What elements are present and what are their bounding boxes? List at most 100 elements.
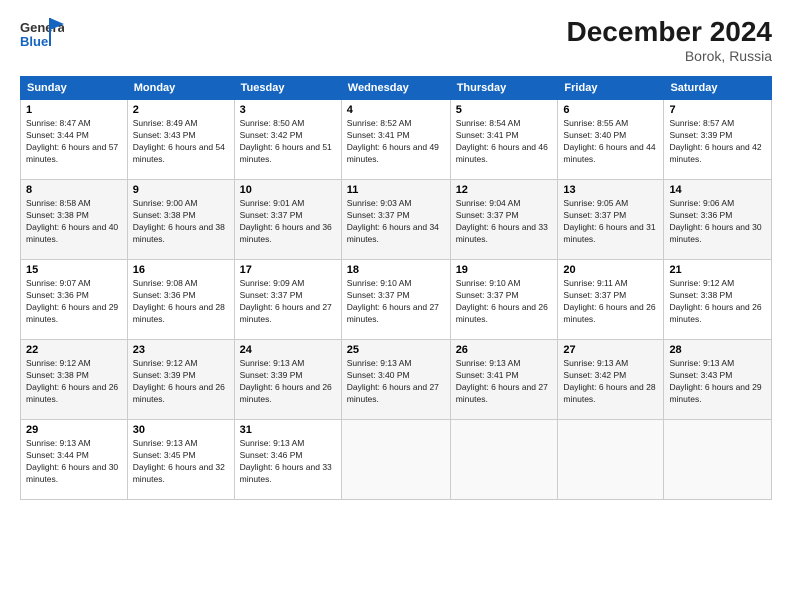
table-row: 31 Sunrise: 9:13 AMSunset: 3:46 PMDayligh… (234, 420, 341, 500)
month-title: December 2024 (567, 16, 772, 48)
table-row: 9 Sunrise: 9:00 AMSunset: 3:38 PMDaylight… (127, 180, 234, 260)
calendar-week-row: 1 Sunrise: 8:47 AMSunset: 3:44 PMDaylight… (21, 100, 772, 180)
day-info: Sunrise: 9:00 AMSunset: 3:38 PMDaylight:… (133, 198, 229, 246)
day-info: Sunrise: 8:52 AMSunset: 3:41 PMDaylight:… (347, 118, 445, 166)
day-info: Sunrise: 9:07 AMSunset: 3:36 PMDaylight:… (26, 278, 122, 326)
day-info: Sunrise: 8:55 AMSunset: 3:40 PMDaylight:… (563, 118, 658, 166)
day-info: Sunrise: 8:54 AMSunset: 3:41 PMDaylight:… (456, 118, 553, 166)
table-row: 18Sunrise: 9:10 AMSunset: 3:37 PMDayligh… (341, 260, 450, 340)
day-info: Sunrise: 9:13 AMSunset: 3:44 PMDaylight:… (26, 438, 122, 486)
day-number: 16 (133, 264, 229, 276)
day-number: 13 (563, 184, 658, 196)
table-row (450, 420, 558, 500)
day-info: Sunrise: 9:12 AMSunset: 3:38 PMDaylight:… (669, 278, 766, 326)
table-row: 4 Sunrise: 8:52 AMSunset: 3:41 PMDaylight… (341, 100, 450, 180)
day-info: Sunrise: 9:13 AMSunset: 3:42 PMDaylight:… (563, 358, 658, 406)
day-info: Sunrise: 9:13 AMSunset: 3:46 PMDaylight:… (240, 438, 336, 486)
day-number: 21 (669, 264, 766, 276)
table-row: 27 Sunrise: 9:13 AMSunset: 3:42 PMDayligh… (558, 340, 664, 420)
day-info: Sunrise: 9:03 AMSunset: 3:37 PMDaylight:… (347, 198, 445, 246)
day-number: 20 (563, 264, 658, 276)
day-number: 6 (563, 104, 658, 116)
day-info: Sunrise: 8:47 AMSunset: 3:44 PMDaylight:… (26, 118, 122, 166)
svg-text:Blue: Blue (20, 34, 48, 49)
day-info: Sunrise: 9:13 AMSunset: 3:41 PMDaylight:… (456, 358, 553, 406)
table-row: 7 Sunrise: 8:57 AMSunset: 3:39 PMDaylight… (664, 100, 772, 180)
col-saturday: Saturday (664, 77, 772, 100)
day-number: 25 (347, 344, 445, 356)
day-number: 8 (26, 184, 122, 196)
day-info: Sunrise: 9:11 AMSunset: 3:37 PMDaylight:… (563, 278, 658, 326)
day-number: 22 (26, 344, 122, 356)
table-row: 26 Sunrise: 9:13 AMSunset: 3:41 PMDayligh… (450, 340, 558, 420)
table-row: 28Sunrise: 9:13 AMSunset: 3:43 PMDayligh… (664, 340, 772, 420)
location: Borok, Russia (567, 48, 772, 64)
table-row (664, 420, 772, 500)
title-block: December 2024 Borok, Russia (567, 16, 772, 64)
table-row: 30Sunrise: 9:13 AMSunset: 3:45 PMDayligh… (127, 420, 234, 500)
table-row: 21 Sunrise: 9:12 AMSunset: 3:38 PMDayligh… (664, 260, 772, 340)
day-info: Sunrise: 8:58 AMSunset: 3:38 PMDaylight:… (26, 198, 122, 246)
day-number: 23 (133, 344, 229, 356)
table-row: 8 Sunrise: 8:58 AMSunset: 3:38 PMDaylight… (21, 180, 128, 260)
day-info: Sunrise: 9:01 AMSunset: 3:37 PMDaylight:… (240, 198, 336, 246)
day-info: Sunrise: 9:08 AMSunset: 3:36 PMDaylight:… (133, 278, 229, 326)
logo: General Blue (20, 16, 64, 52)
day-info: Sunrise: 9:06 AMSunset: 3:36 PMDaylight:… (669, 198, 766, 246)
table-row: 13 Sunrise: 9:05 AMSunset: 3:37 PMDayligh… (558, 180, 664, 260)
day-number: 9 (133, 184, 229, 196)
col-wednesday: Wednesday (341, 77, 450, 100)
table-row: 10 Sunrise: 9:01 AMSunset: 3:37 PMDayligh… (234, 180, 341, 260)
calendar-week-row: 8 Sunrise: 8:58 AMSunset: 3:38 PMDaylight… (21, 180, 772, 260)
table-row: 1 Sunrise: 8:47 AMSunset: 3:44 PMDaylight… (21, 100, 128, 180)
col-tuesday: Tuesday (234, 77, 341, 100)
calendar-table: Sunday Monday Tuesday Wednesday Thursday… (20, 76, 772, 500)
table-row (341, 420, 450, 500)
day-info: Sunrise: 9:05 AMSunset: 3:37 PMDaylight:… (563, 198, 658, 246)
day-info: Sunrise: 8:49 AMSunset: 3:43 PMDaylight:… (133, 118, 229, 166)
day-number: 15 (26, 264, 122, 276)
calendar-week-row: 22Sunrise: 9:12 AMSunset: 3:38 PMDayligh… (21, 340, 772, 420)
day-number: 5 (456, 104, 553, 116)
table-row: 22Sunrise: 9:12 AMSunset: 3:38 PMDayligh… (21, 340, 128, 420)
header: General Blue December 2024 Borok, Russia (20, 16, 772, 64)
day-number: 12 (456, 184, 553, 196)
calendar-header-row: Sunday Monday Tuesday Wednesday Thursday… (21, 77, 772, 100)
page: General Blue December 2024 Borok, Russia… (0, 0, 792, 612)
day-number: 10 (240, 184, 336, 196)
table-row: 23Sunrise: 9:12 AMSunset: 3:39 PMDayligh… (127, 340, 234, 420)
day-info: Sunrise: 9:09 AMSunset: 3:37 PMDaylight:… (240, 278, 336, 326)
day-number: 4 (347, 104, 445, 116)
table-row: 3Sunrise: 8:50 AMSunset: 3:42 PMDaylight… (234, 100, 341, 180)
day-number: 18 (347, 264, 445, 276)
day-number: 7 (669, 104, 766, 116)
day-info: Sunrise: 9:13 AMSunset: 3:39 PMDaylight:… (240, 358, 336, 406)
day-info: Sunrise: 9:04 AMSunset: 3:37 PMDaylight:… (456, 198, 553, 246)
day-number: 11 (347, 184, 445, 196)
day-number: 3 (240, 104, 336, 116)
day-info: Sunrise: 8:57 AMSunset: 3:39 PMDaylight:… (669, 118, 766, 166)
table-row: 29 Sunrise: 9:13 AMSunset: 3:44 PMDayligh… (21, 420, 128, 500)
col-thursday: Thursday (450, 77, 558, 100)
table-row: 25 Sunrise: 9:13 AMSunset: 3:40 PMDayligh… (341, 340, 450, 420)
col-monday: Monday (127, 77, 234, 100)
day-number: 1 (26, 104, 122, 116)
day-info: Sunrise: 9:13 AMSunset: 3:40 PMDaylight:… (347, 358, 445, 406)
col-sunday: Sunday (21, 77, 128, 100)
day-number: 19 (456, 264, 553, 276)
day-number: 31 (240, 424, 336, 436)
day-number: 17 (240, 264, 336, 276)
table-row: 11 Sunrise: 9:03 AMSunset: 3:37 PMDayligh… (341, 180, 450, 260)
table-row: 19Sunrise: 9:10 AMSunset: 3:37 PMDayligh… (450, 260, 558, 340)
table-row: 6 Sunrise: 8:55 AMSunset: 3:40 PMDaylight… (558, 100, 664, 180)
day-number: 29 (26, 424, 122, 436)
day-number: 27 (563, 344, 658, 356)
day-number: 24 (240, 344, 336, 356)
calendar-week-row: 29 Sunrise: 9:13 AMSunset: 3:44 PMDayligh… (21, 420, 772, 500)
table-row: 12 Sunrise: 9:04 AMSunset: 3:37 PMDayligh… (450, 180, 558, 260)
table-row: 16 Sunrise: 9:08 AMSunset: 3:36 PMDayligh… (127, 260, 234, 340)
day-number: 26 (456, 344, 553, 356)
day-number: 2 (133, 104, 229, 116)
table-row: 14Sunrise: 9:06 AMSunset: 3:36 PMDayligh… (664, 180, 772, 260)
day-info: Sunrise: 9:13 AMSunset: 3:45 PMDaylight:… (133, 438, 229, 486)
